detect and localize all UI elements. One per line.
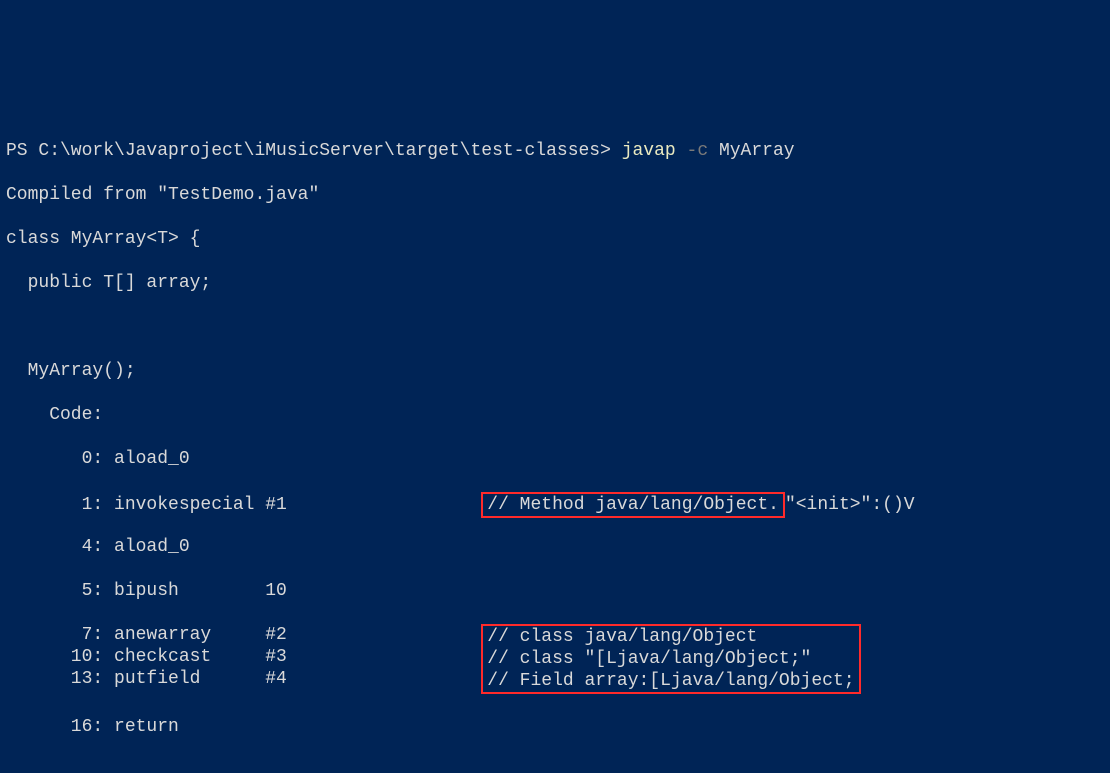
bytecode-line: 16: return xyxy=(6,716,1104,738)
cmd-arg: MyArray xyxy=(719,141,795,161)
bc-comment: // Method java/lang/Object. xyxy=(487,495,779,515)
blank-line xyxy=(6,760,1104,773)
blank-line xyxy=(6,316,1104,338)
cmd-javap: javap xyxy=(622,141,676,161)
bytecode-line: 0: aload_0 xyxy=(6,448,1104,470)
bytecode-line: 5: bipush 10 xyxy=(6,580,1104,602)
bytecode-multi-row: 7: anewarray #2 10: checkcast #3 13: put… xyxy=(6,624,1104,694)
bc-left: 1: invokespecial #1 xyxy=(6,495,481,515)
prompt-path: PS C:\work\Javaproject\iMusicServer\targ… xyxy=(6,141,622,161)
bc-comment-tail: "<init>":()V xyxy=(785,495,915,515)
highlight-box: // Method java/lang/Object. xyxy=(481,492,785,518)
bc-left: 10: checkcast #3 xyxy=(6,646,481,668)
bc-comment: // class java/lang/Object xyxy=(487,626,854,648)
bc-comment: // Field array:[Ljava/lang/Object; xyxy=(487,670,854,692)
class-declaration: class MyArray<T> { xyxy=(6,228,1104,250)
constructor-signature: MyArray(); xyxy=(6,360,1104,382)
field-declaration: public T[] array; xyxy=(6,272,1104,294)
compiled-from: Compiled from "TestDemo.java" xyxy=(6,184,1104,206)
bytecode-line: 4: aload_0 xyxy=(6,536,1104,558)
prompt-line: PS C:\work\Javaproject\iMusicServer\targ… xyxy=(6,140,1104,162)
bc-left: 13: putfield #4 xyxy=(6,668,481,690)
bytecode-line: 1: invokespecial #1 // Method java/lang/… xyxy=(6,492,1104,514)
terminal-window[interactable]: PS C:\work\Javaproject\iMusicServer\targ… xyxy=(0,110,1110,773)
highlight-box: // class java/lang/Object// class "[Ljav… xyxy=(481,624,860,694)
bc-left: 7: anewarray #2 xyxy=(6,624,481,646)
cmd-flag: -c xyxy=(687,141,709,161)
code-label: Code: xyxy=(6,404,1104,426)
bc-comment: // class "[Ljava/lang/Object;" xyxy=(487,648,854,670)
